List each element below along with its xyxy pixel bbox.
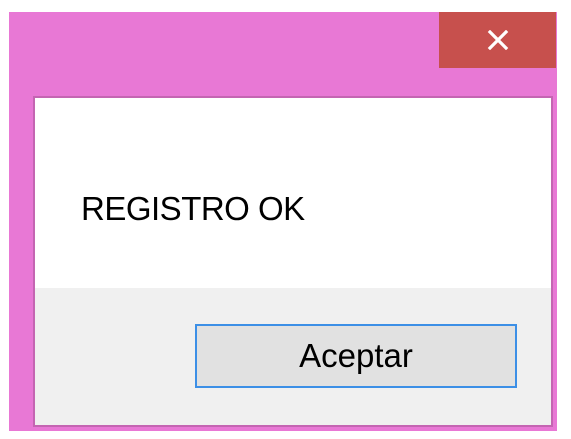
message-dialog-window: REGISTRO OK Aceptar xyxy=(9,12,557,431)
button-area: Aceptar xyxy=(35,288,551,425)
close-icon xyxy=(487,30,508,50)
close-button[interactable] xyxy=(439,12,556,68)
message-area: REGISTRO OK xyxy=(35,98,551,288)
dialog-content: REGISTRO OK Aceptar xyxy=(33,96,553,427)
dialog-message: REGISTRO OK xyxy=(81,190,305,227)
accept-button[interactable]: Aceptar xyxy=(195,324,517,388)
